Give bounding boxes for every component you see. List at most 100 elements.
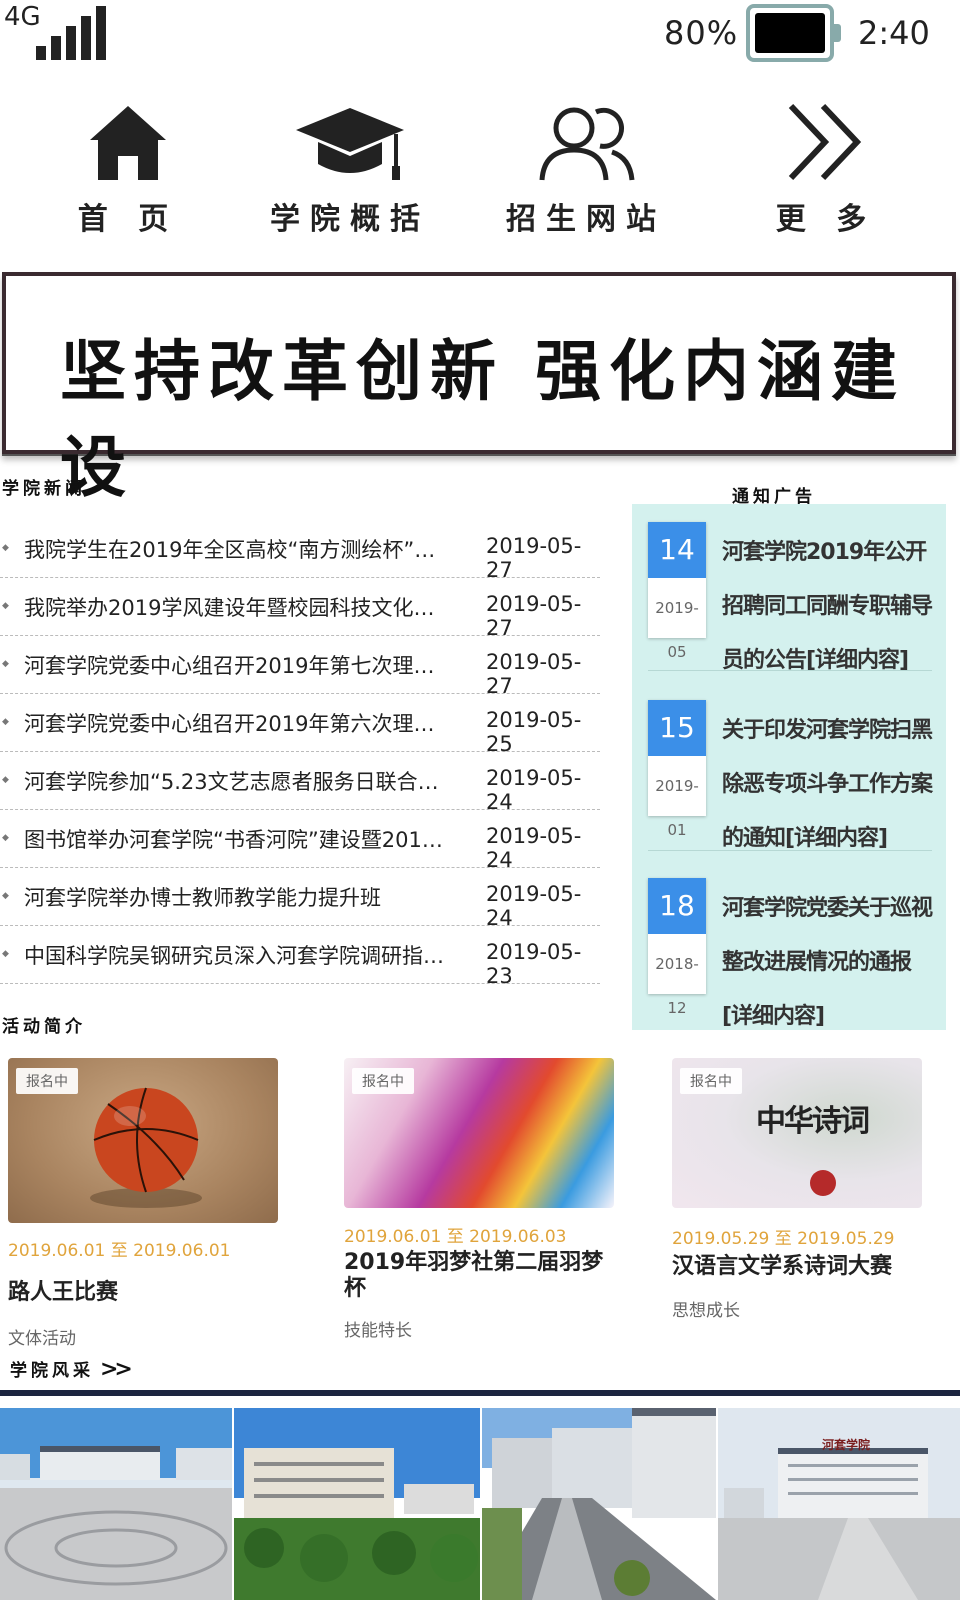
double-chevron-right-icon [788, 103, 862, 181]
news-date: 2019-05-27 [486, 650, 582, 698]
news-heading: 学院新闻 [2, 479, 86, 499]
activity-name: 路人王比赛 [8, 1280, 119, 1305]
poetry-poster-image: 报名中 中华诗词 [672, 1058, 922, 1208]
activities-list: 报名中 2019.06.01 至 2019.06.01 路人王比赛 文体活动 报… [0, 1050, 960, 1380]
news-item[interactable]: ◆ 中国科学院吴钢研究员深入河套学院调研指导... 2019-05-23 [0, 926, 600, 988]
news-list: ◆ 我院学生在2019年全区高校“南方测绘杯”大... 2019-05-27 ◆ 我院… [0, 520, 600, 988]
news-date: 2019-05-24 [486, 882, 582, 930]
notice-item[interactable]: 18 2018-12 河套学院党委关于巡视整改进展情况的通报[详细内容] [632, 860, 946, 1029]
activity-date-range: 2019.05.29 至 2019.05.29 [672, 1229, 895, 1249]
signup-status-badge: 报名中 [16, 1068, 78, 1094]
notice-panel: 14 2019-05 河套学院2019年公开招聘同工同酬专职辅导员的公告[详细内… [632, 504, 946, 1030]
nav-college-overview-label: 学院概括 [270, 202, 430, 237]
notice-item[interactable]: 15 2019-01 关于印发河套学院扫黑除恶专项斗争工作方案的通知[详细内容] [632, 682, 946, 851]
campus-photo-strip: 河套学院 [0, 1408, 960, 1600]
activity-card[interactable]: 报名中 2019.06.01 至 2019.06.01 路人王比赛 文体活动 [8, 1058, 288, 1378]
activity-name: 汉语言文学系诗词大赛 [672, 1254, 893, 1279]
activity-category: 技能特长 [344, 1321, 412, 1341]
bullet-icon: ◆ [2, 891, 9, 901]
double-chevron-right-icon: >> [100, 1356, 133, 1382]
poster-seal-icon [810, 1170, 836, 1196]
clock: 2:40 [858, 14, 930, 52]
building-sign-text: 河套学院 [822, 1438, 871, 1452]
bullet-icon: ◆ [2, 601, 9, 611]
notice-month: 2019-01 [655, 777, 699, 839]
activities-heading: 活动简介 [2, 1017, 86, 1037]
activity-card[interactable]: 报名中 中华诗词 2019.05.29 至 2019.05.29 汉语言文学系诗… [672, 1058, 952, 1378]
battery-icon [746, 4, 841, 62]
news-date: 2019-05-27 [486, 592, 582, 640]
nav-home[interactable]: 首 页 [28, 100, 228, 250]
campus-photo[interactable] [0, 1408, 232, 1600]
bullet-icon: ◆ [2, 775, 9, 785]
signup-status-badge: 报名中 [680, 1068, 742, 1094]
news-item[interactable]: ◆ 河套学院参加“5.23文艺志愿者服务日联合赠... 2019-05-24 [0, 752, 600, 814]
news-title: 我院举办2019学风建设年暨校园科技文化艺术... [24, 596, 452, 620]
bullet-icon: ◆ [2, 659, 9, 669]
nav-admissions-site-label: 招生网站 [506, 202, 666, 237]
notice-text: 关于印发河套学院扫黑除恶专项斗争工作方案的通知[详细内容] [722, 718, 933, 851]
basketball-image: 报名中 [8, 1058, 278, 1223]
notice-item[interactable]: 14 2019-05 河套学院2019年公开招聘同工同酬专职辅导员的公告[详细内… [632, 504, 946, 673]
notice-month: 2019-05 [655, 599, 699, 661]
campus-photo[interactable] [482, 1408, 716, 1600]
notice-day: 15 [648, 700, 706, 756]
graduation-cap-icon [296, 108, 404, 180]
news-item[interactable]: ◆ 河套学院党委中心组召开2019年第七次理论学... 2019-05-27 [0, 636, 600, 698]
campus-photo[interactable] [234, 1408, 480, 1600]
activity-date-range: 2019.06.01 至 2019.06.03 [344, 1227, 567, 1247]
news-title: 河套学院参加“5.23文艺志愿者服务日联合赠... [24, 770, 452, 794]
nav-home-label: 首 页 [77, 202, 179, 237]
news-item[interactable]: ◆ 图书馆举办河套学院“书香河院”建设暨2019... 2019-05-24 [0, 810, 600, 872]
nav-admissions-site[interactable]: 招生网站 [486, 100, 686, 250]
news-item[interactable]: ◆ 河套学院举办博士教师教学能力提升班 2019-05-24 [0, 868, 600, 930]
activity-card[interactable]: 报名中 2019.06.01 至 2019.06.03 2019年羽梦社第二届羽… [344, 1058, 624, 1378]
users-icon [539, 107, 635, 181]
news-title: 河套学院党委中心组召开2019年第六次理论学... [24, 712, 452, 736]
bullet-icon: ◆ [2, 833, 9, 843]
activity-date-range: 2019.06.01 至 2019.06.01 [8, 1241, 231, 1261]
news-date: 2019-05-23 [486, 940, 582, 988]
battery-percentage: 80% [664, 14, 739, 52]
signup-status-badge: 报名中 [352, 1068, 414, 1094]
news-title: 河套学院党委中心组召开2019年第七次理论学... [24, 654, 452, 678]
poster-calligraphy: 中华诗词 [756, 1104, 870, 1139]
news-title: 图书馆举办河套学院“书香河院”建设暨2019... [24, 828, 452, 852]
signal-strength-icon [36, 6, 106, 60]
notice-divider [648, 670, 932, 671]
news-item[interactable]: ◆ 河套学院党委中心组召开2019年第六次理论学... 2019-05-25 [0, 694, 600, 756]
news-item[interactable]: ◆ 我院举办2019学风建设年暨校园科技文化艺术... 2019-05-27 [0, 578, 600, 640]
notice-day: 14 [648, 522, 706, 578]
badminton-poster-image: 报名中 [344, 1058, 614, 1208]
notice-divider [648, 850, 932, 851]
bullet-icon: ◆ [2, 543, 9, 553]
notice-date-box: 15 2019-01 [648, 700, 706, 839]
news-title: 我院学生在2019年全区高校“南方测绘杯”大... [24, 538, 452, 562]
campus-style-link[interactable]: 学院风采 >> [10, 1356, 133, 1382]
campus-photo[interactable]: 河套学院 [718, 1408, 960, 1600]
notice-text: 河套学院2019年公开招聘同工同酬专职辅导员的公告[详细内容] [722, 540, 933, 673]
news-title: 河套学院举办博士教师教学能力提升班 [24, 886, 381, 910]
nav-college-overview[interactable]: 学院概括 [250, 100, 450, 250]
notice-month: 2018-12 [655, 955, 699, 1017]
campus-style-label: 学院风采 [10, 1361, 94, 1381]
slogan-banner[interactable]: 坚持改革创新 强化内涵建设 [2, 272, 956, 506]
notice-day: 18 [648, 878, 706, 934]
news-title: 中国科学院吴钢研究员深入河套学院调研指导... [24, 944, 452, 968]
notice-date-box: 14 2019-05 [648, 522, 706, 661]
slogan-text: 坚持改革创新 强化内涵建设 [60, 332, 905, 506]
news-date: 2019-05-25 [486, 708, 582, 756]
news-date: 2019-05-24 [486, 766, 582, 814]
nav-more[interactable]: 更 多 [726, 100, 926, 250]
bullet-icon: ◆ [2, 949, 9, 959]
status-bar: 4G 80% 2:40 [0, 0, 960, 80]
nav-more-label: 更 多 [775, 202, 877, 237]
notice-date-box: 18 2018-12 [648, 878, 706, 1017]
bullet-icon: ◆ [2, 717, 9, 727]
activity-category: 思想成长 [672, 1301, 740, 1321]
news-item[interactable]: ◆ 我院学生在2019年全区高校“南方测绘杯”大... 2019-05-27 [0, 520, 600, 582]
home-icon [90, 106, 166, 180]
main-nav: 首 页 学院概括 招生网站 更 多 [0, 100, 960, 250]
notice-text: 河套学院党委关于巡视整改进展情况的通报[详细内容] [722, 896, 933, 1029]
activity-category: 文体活动 [8, 1329, 76, 1349]
